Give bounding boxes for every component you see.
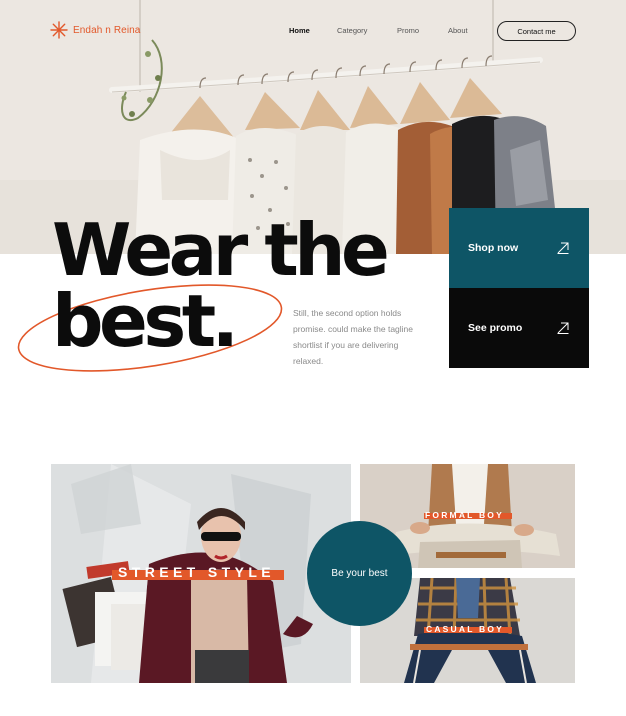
street-style-label: STREET STYLE [118, 564, 276, 580]
shop-now-label: Shop now [468, 242, 519, 254]
be-your-best-button[interactable]: Be your best [307, 521, 412, 626]
hero-description: Still, the second option holds promise. … [293, 308, 414, 366]
shop-now-button[interactable]: Shop now [449, 208, 589, 288]
arrow-up-right-icon [557, 322, 569, 334]
hero-headline-line2: best. [52, 279, 239, 363]
site-header: Endah n Reina Home Category Promo About … [0, 0, 626, 62]
nav-about[interactable]: About [448, 26, 468, 35]
nav-home[interactable]: Home [289, 26, 310, 35]
nav-promo[interactable]: Promo [397, 26, 419, 35]
contact-button[interactable]: Contact me [497, 21, 576, 41]
casual-boy-label: CASUAL BOY [426, 624, 505, 634]
see-promo-button[interactable]: See promo [449, 288, 589, 368]
see-promo-label: See promo [468, 322, 523, 334]
hero-headline-line1: Wear the [52, 208, 390, 292]
formal-boy-label: FORMAL BOY [425, 510, 504, 520]
nav-category[interactable]: Category [337, 26, 367, 35]
arrow-up-right-icon [557, 242, 569, 254]
